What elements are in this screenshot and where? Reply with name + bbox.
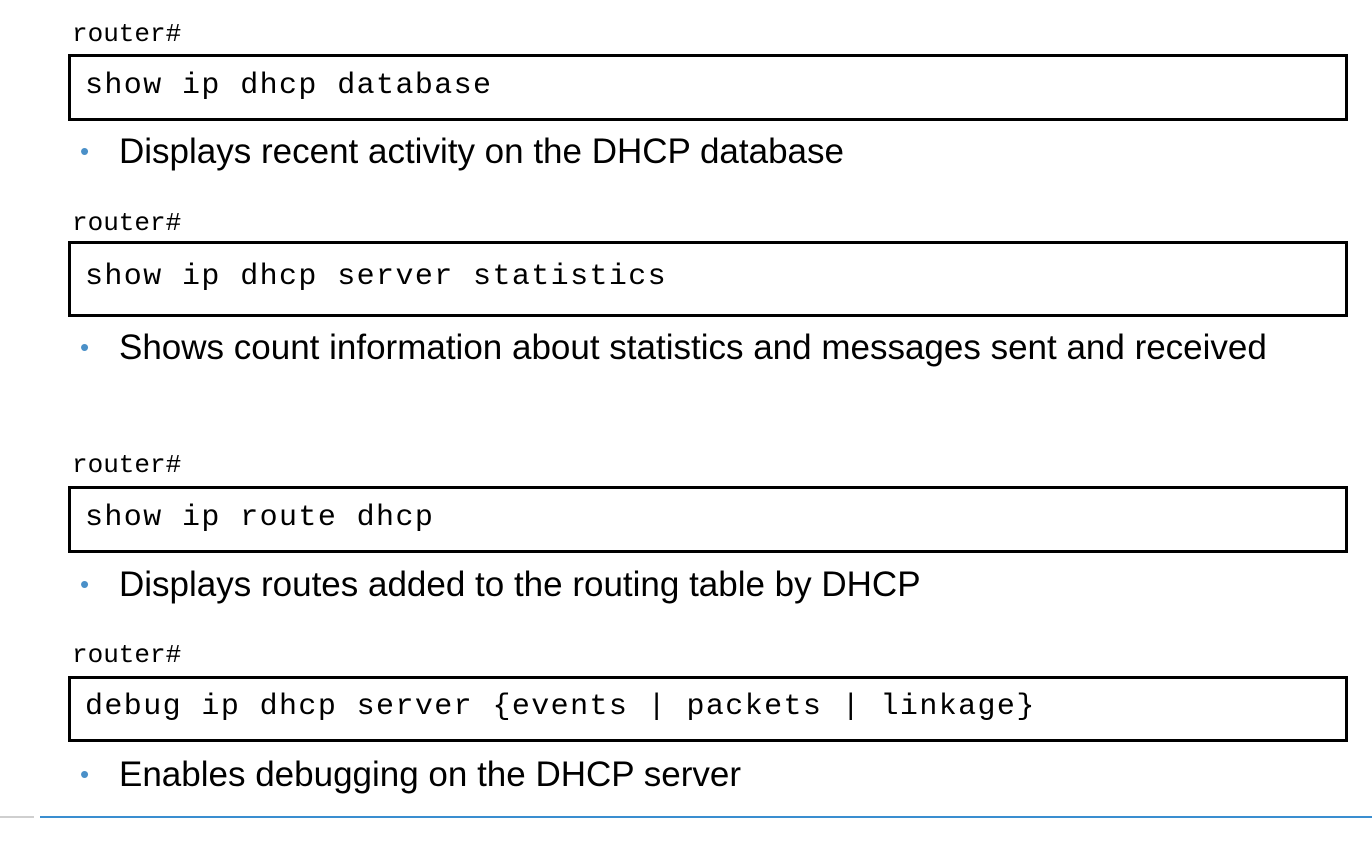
- command-description: Displays recent activity on the DHCP dat…: [119, 132, 844, 171]
- bullet-dot-icon: •: [80, 759, 90, 789]
- slide: { "colors": { "bullet": "#4a90c8", "foot…: [0, 0, 1372, 845]
- footer-divider: [40, 816, 1372, 818]
- bullet-dot-icon: •: [80, 332, 90, 362]
- command-text: show ip route dhcp: [85, 501, 435, 535]
- footer-stub-divider: [0, 816, 34, 818]
- command-description: Enables debugging on the DHCP server: [119, 755, 741, 794]
- router-prompt: router#: [72, 19, 182, 49]
- bullet-dot-icon: •: [80, 569, 90, 599]
- command-text: debug ip dhcp server {events | packets |…: [85, 690, 1036, 724]
- command-text: show ip dhcp database: [85, 69, 493, 103]
- command-box: show ip dhcp server statistics: [68, 241, 1348, 317]
- command-text: show ip dhcp server statistics: [85, 260, 668, 294]
- command-box: debug ip dhcp server {events | packets |…: [68, 676, 1348, 742]
- command-description: Shows count information about statistics…: [119, 328, 1267, 367]
- router-prompt: router#: [72, 450, 182, 480]
- router-prompt: router#: [72, 208, 182, 238]
- command-description: Displays routes added to the routing tab…: [119, 565, 921, 604]
- bullet-dot-icon: •: [80, 136, 90, 166]
- router-prompt: router#: [72, 640, 182, 670]
- command-box: show ip dhcp database: [68, 54, 1348, 121]
- command-box: show ip route dhcp: [68, 486, 1348, 553]
